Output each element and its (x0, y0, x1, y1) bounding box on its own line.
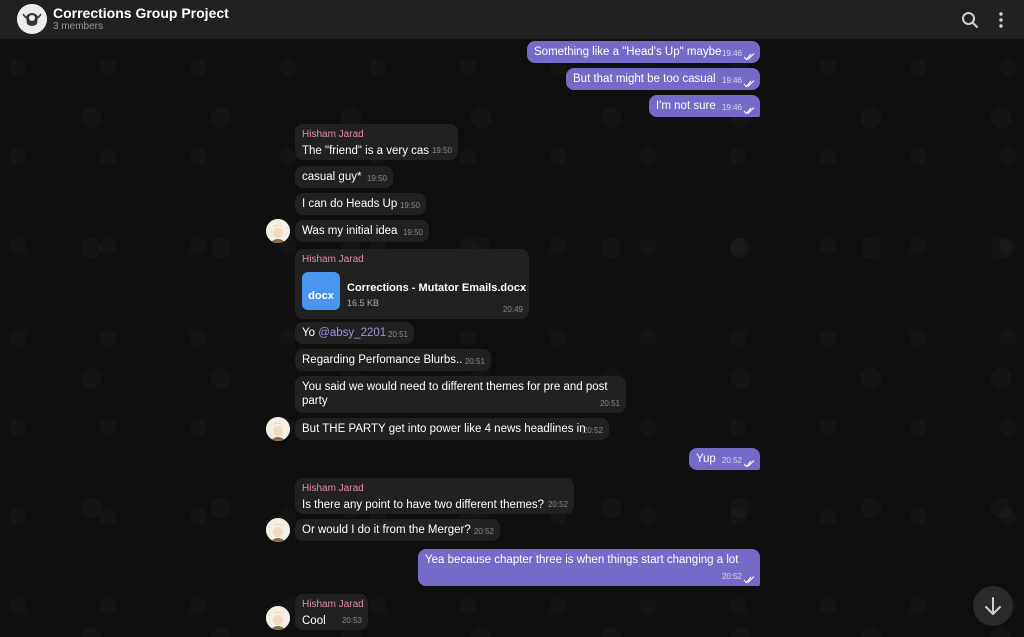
outgoing-message[interactable]: I'm not sure 19:46 (649, 95, 760, 117)
incoming-message[interactable]: Was my initial idea 19:50 (295, 220, 429, 242)
sender-name[interactable]: Hisham Jarad (302, 482, 567, 496)
sender-name[interactable]: Hisham Jarad (302, 128, 451, 142)
user-mention[interactable]: @absy_2201 (318, 327, 386, 339)
docx-file-icon[interactable]: docx (302, 272, 340, 310)
message-time: 19:50 (399, 201, 420, 210)
message-text: Yea because chapter three is when things… (425, 554, 739, 566)
message-text: Is there any point to have two different… (302, 499, 545, 511)
message-list[interactable]: Something like a "Head's Up" maybe 19:46… (0, 40, 1024, 637)
message-time: 19:46 (721, 103, 742, 112)
incoming-message[interactable]: Hisham Jarad The "friend" is a very cas … (295, 124, 458, 160)
sender-name[interactable]: Hisham Jarad (302, 253, 522, 267)
incoming-message[interactable]: casual guy* 19:50 (295, 166, 393, 188)
message-text: You said we would need to different them… (302, 381, 608, 393)
message-time: 19:46 (721, 49, 742, 58)
message-time: 20:49 (502, 305, 523, 314)
message-text: The "friend" is a very cas (302, 145, 430, 157)
scroll-down-icon (985, 597, 1001, 615)
user-avatar[interactable] (266, 219, 290, 243)
double-check-icon (743, 107, 755, 115)
outgoing-message[interactable]: But that might be too casual 19:46 (566, 68, 760, 90)
chat-header: Corrections Group Project 3 members (0, 0, 1024, 40)
sender-name[interactable]: Hisham Jarad (302, 598, 364, 612)
message-text: casual guy* (302, 171, 362, 183)
file-message[interactable]: Hisham Jarad docx Corrections - Mutator … (295, 249, 529, 319)
message-text: Yo (302, 327, 319, 339)
incoming-message[interactable]: You said we would need to different them… (295, 376, 626, 413)
double-check-icon (743, 576, 755, 584)
message-time: 20:52 (582, 426, 603, 435)
incoming-message[interactable]: Regarding Perfomance Blurbs.. 20:51 (295, 349, 491, 371)
incoming-message[interactable]: But THE PARTY get into power like 4 news… (295, 418, 609, 440)
message-text: Cool (302, 615, 326, 627)
outgoing-message[interactable]: Yup 20:52 (689, 448, 760, 470)
user-avatar[interactable] (266, 606, 290, 630)
message-time: 20:52 (473, 527, 494, 536)
double-check-icon (743, 460, 755, 468)
scroll-down-button[interactable] (973, 586, 1013, 626)
message-text: Or would I do it from the Merger? (302, 524, 471, 536)
search-icon[interactable] (960, 10, 980, 30)
message-text: But THE PARTY get into power like 4 news… (302, 423, 586, 435)
message-text: Was my initial idea (302, 225, 398, 237)
double-check-icon (743, 80, 755, 88)
outgoing-message[interactable]: Something like a "Head's Up" maybe 19:46 (527, 41, 760, 63)
message-time: 19:50 (366, 174, 387, 183)
message-time: 20:51 (387, 330, 408, 339)
outgoing-message[interactable]: Yea because chapter three is when things… (418, 549, 760, 586)
message-time: 20:52 (721, 456, 742, 465)
chat-title[interactable]: Corrections Group Project (53, 5, 229, 21)
incoming-message[interactable]: Hisham Jarad Is there any point to have … (295, 478, 574, 514)
user-avatar[interactable] (266, 518, 290, 542)
message-text: I can do Heads Up (302, 198, 398, 210)
message-text: I'm not sure (656, 100, 716, 112)
message-time: 19:50 (431, 146, 452, 155)
message-time: 19:50 (402, 228, 423, 237)
message-text: Something like a "Head's Up" maybe (534, 46, 722, 58)
message-text-continued: party (302, 395, 328, 407)
message-time: 20:51 (599, 399, 620, 408)
message-time: 20:52 (721, 572, 742, 581)
message-time: 20:53 (341, 616, 362, 625)
message-time: 19:46 (721, 76, 742, 85)
double-check-icon (743, 53, 755, 61)
message-time: 20:51 (464, 357, 485, 366)
incoming-message[interactable]: I can do Heads Up 19:50 (295, 193, 426, 215)
message-text: Regarding Perfomance Blurbs.. (302, 354, 463, 366)
file-size: 16.5 KB (347, 298, 380, 308)
message-time: 20:52 (547, 500, 568, 509)
incoming-message[interactable]: Hisham Jarad Cool 20:53 (295, 594, 368, 630)
incoming-message[interactable]: Yo @absy_2201 20:51 (295, 322, 414, 344)
group-avatar-icon[interactable] (17, 4, 47, 34)
message-text: Yup (696, 453, 716, 465)
more-vertical-icon[interactable] (991, 10, 1011, 30)
user-avatar[interactable] (266, 417, 290, 441)
incoming-message[interactable]: Or would I do it from the Merger? 20:52 (295, 519, 500, 541)
message-text: But that might be too casual (573, 73, 716, 85)
member-count: 3 members (53, 21, 104, 32)
file-name: Corrections - Mutator Emails.docx (347, 282, 527, 294)
